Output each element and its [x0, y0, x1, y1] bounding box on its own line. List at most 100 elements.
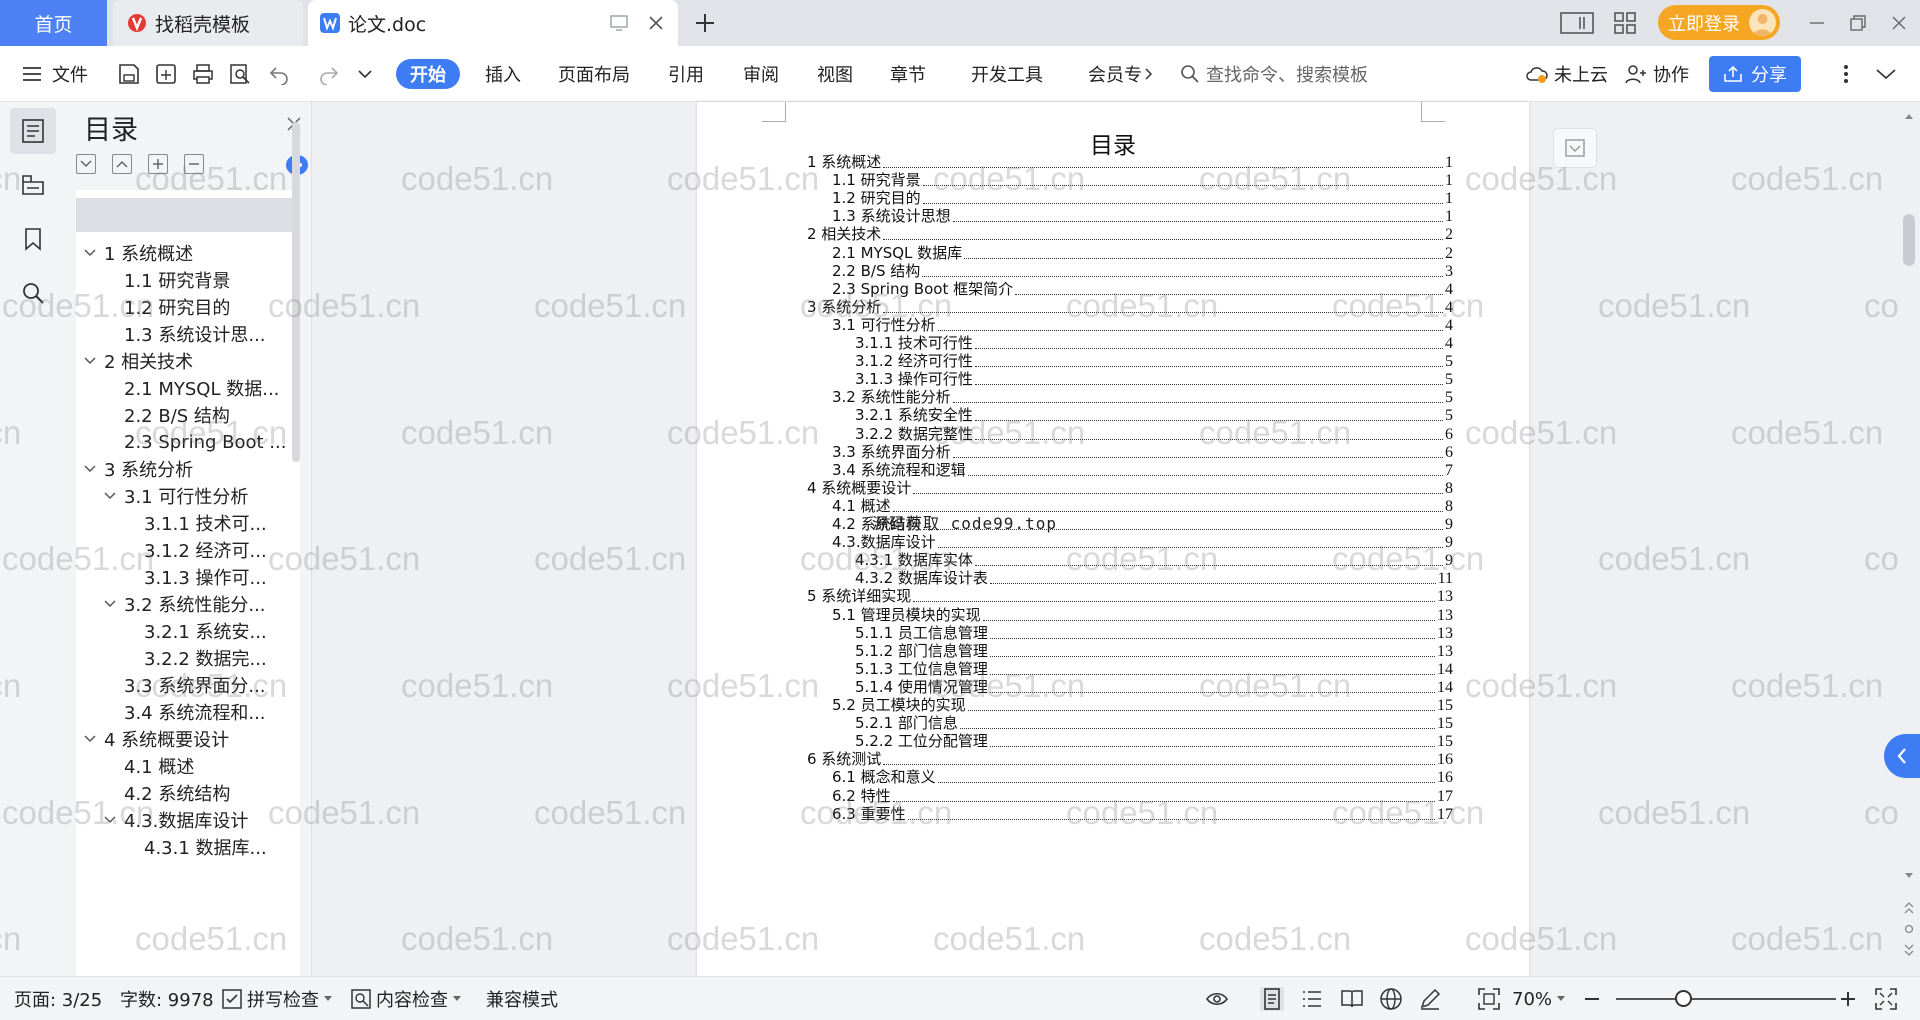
scroll-down-icon[interactable]	[1904, 872, 1914, 880]
tab-home[interactable]: 首页	[0, 0, 107, 46]
file-menu[interactable]: 文件	[22, 46, 88, 102]
reading-view-icon[interactable]	[1340, 987, 1364, 1011]
outline-item[interactable]: 1.1 研究背景	[124, 265, 230, 295]
cloud-status[interactable]: 未上云	[1526, 46, 1608, 102]
page-tool-button[interactable]	[1553, 128, 1597, 168]
print-preview-icon[interactable]	[229, 46, 251, 102]
tab-template[interactable]: 找稻壳模板	[113, 0, 303, 46]
tab-document[interactable]: 论文.doc	[308, 0, 678, 46]
chapter-nav-icon[interactable]	[10, 162, 56, 208]
outline-item[interactable]: 3.2.1 系统安...	[144, 616, 267, 646]
outline-item[interactable]: 1 系统概述	[84, 238, 193, 268]
document-page[interactable]: 目录 1 系统概述 1 1.1 研究背景 1 1.2 研究目的 1 1.3 系统设计思想 1 2…	[697, 102, 1529, 976]
toc-entry[interactable]: 2.3 Spring Boot 框架简介 4	[832, 279, 1453, 299]
outline-scrollbar[interactable]	[292, 122, 300, 462]
outline-item[interactable]: 1.2 研究目的	[124, 292, 230, 322]
outline-item[interactable]: 3.2 系统性能分...	[104, 589, 266, 619]
toc-entry[interactable]: 2.1 MYSQL 数据库 2	[832, 243, 1453, 263]
collapse-ribbon-icon[interactable]	[1876, 46, 1896, 102]
apps-grid-icon[interactable]	[1614, 0, 1636, 46]
save-icon[interactable]	[118, 46, 140, 102]
page-indicator[interactable]: 页面: 3/25	[14, 977, 102, 1020]
outline-item[interactable]: 4.1 概述	[124, 751, 194, 781]
bookmark-icon[interactable]	[10, 216, 56, 262]
outline-item[interactable]: 3.1 可行性分析	[104, 481, 248, 511]
toc-entry[interactable]: 1.3 系统设计思想 1	[832, 206, 1453, 226]
select-browse-icon[interactable]	[1904, 924, 1914, 934]
login-button[interactable]: 立即登录	[1658, 5, 1780, 40]
write-mode-icon[interactable]	[1418, 987, 1442, 1011]
outline-item[interactable]: 4.3.数据库设计	[104, 805, 248, 835]
minimize-icon[interactable]	[1808, 0, 1826, 46]
tab-view[interactable]: 视图	[817, 46, 853, 102]
tab-page-layout[interactable]: 页面布局	[558, 46, 630, 102]
redo-icon[interactable]	[318, 46, 340, 102]
new-tab-button[interactable]	[690, 8, 720, 38]
prev-page-icon[interactable]	[1904, 902, 1914, 914]
toc-entry[interactable]: 4.3.2 数据库设计表 11	[855, 568, 1453, 588]
tab-review[interactable]: 审阅	[743, 46, 779, 102]
close-window-icon[interactable]	[1890, 0, 1908, 46]
eye-protect-icon[interactable]	[1205, 987, 1229, 1011]
outline-item[interactable]: 4.3.1 数据库...	[144, 832, 267, 862]
print-icon[interactable]	[192, 46, 214, 102]
command-search[interactable]: 查找命令、搜索模板	[1180, 46, 1368, 102]
chevron-down-icon[interactable]	[104, 814, 116, 826]
tab-chapter[interactable]: 章节	[890, 46, 926, 102]
tab-insert[interactable]: 插入	[485, 46, 521, 102]
zoom-in-icon[interactable]	[1836, 987, 1860, 1011]
vertical-scrollbar[interactable]	[1898, 102, 1920, 976]
word-count[interactable]: 字数: 9978	[120, 977, 214, 1020]
tab-member[interactable]: 会员专	[1088, 46, 1154, 102]
outline-view-icon[interactable]	[1300, 987, 1324, 1011]
outline-item[interactable]: 4 系统概要设计	[84, 724, 229, 754]
toc-entry[interactable]: 1.1 研究背景 1	[832, 170, 1453, 190]
outline-selected-row[interactable]	[76, 198, 298, 232]
side-panel-toggle[interactable]	[1884, 734, 1920, 778]
chevron-down-icon[interactable]	[84, 355, 96, 367]
chevron-down-icon[interactable]	[104, 490, 116, 502]
outline-item[interactable]: 3.4 系统流程和...	[124, 697, 266, 727]
collaborate-button[interactable]: 协作	[1625, 46, 1689, 102]
expand-all-icon[interactable]	[76, 154, 96, 174]
screen-view-icon[interactable]	[610, 15, 628, 31]
outline-item[interactable]: 1.3 系统设计思...	[124, 319, 266, 349]
chevron-down-icon[interactable]	[84, 247, 96, 259]
fit-page-icon[interactable]	[1477, 987, 1501, 1011]
content-check[interactable]: 内容检查	[351, 977, 461, 1020]
outline-item[interactable]: 3.3 系统界面分...	[124, 670, 266, 700]
undo-icon[interactable]	[268, 46, 290, 102]
tab-references[interactable]: 引用	[668, 46, 704, 102]
find-icon[interactable]	[10, 270, 56, 316]
spell-check[interactable]: 拼写检查	[222, 977, 332, 1020]
promote-level-icon[interactable]	[148, 154, 168, 174]
more-options-icon[interactable]	[1843, 46, 1849, 102]
export-pdf-icon[interactable]	[155, 46, 177, 102]
chevron-down-icon[interactable]	[104, 598, 116, 610]
demote-level-icon[interactable]	[184, 154, 204, 174]
chevron-down-icon[interactable]	[84, 733, 96, 745]
layout-view-icon[interactable]	[1560, 0, 1594, 46]
toc-entry[interactable]: 6.2 特性 17	[832, 786, 1453, 806]
tab-start[interactable]: 开始	[396, 59, 460, 89]
scroll-up-icon[interactable]	[1904, 112, 1914, 120]
tab-developer[interactable]: 开发工具	[971, 46, 1043, 102]
zoom-out-icon[interactable]	[1580, 987, 1604, 1011]
outline-item[interactable]: 3.1.3 操作可...	[144, 562, 267, 592]
outline-item[interactable]: 2.1 MYSQL 数据...	[124, 373, 279, 403]
outline-item[interactable]: 3.2.2 数据完...	[144, 643, 267, 673]
web-view-icon[interactable]	[1379, 987, 1403, 1011]
toc-entry[interactable]: 6.3 重要性 17	[832, 804, 1453, 824]
zoom-slider[interactable]	[1616, 998, 1836, 1000]
toc-entry[interactable]: 5.2.2 工位分配管理 15	[855, 731, 1453, 751]
page-view-icon[interactable]	[1260, 987, 1284, 1011]
outline-item[interactable]: 2 相关技术	[84, 346, 193, 376]
collapse-all-icon[interactable]	[112, 154, 132, 174]
close-tab-icon[interactable]	[648, 15, 664, 31]
chevron-down-icon[interactable]	[84, 463, 96, 475]
fullscreen-icon[interactable]	[1874, 987, 1898, 1011]
scroll-thumb[interactable]	[1903, 214, 1915, 266]
outline-item[interactable]: 3.1.1 技术可...	[144, 508, 267, 538]
next-page-icon[interactable]	[1904, 944, 1914, 956]
outline-item[interactable]: 4.2 系统结构	[124, 778, 230, 808]
